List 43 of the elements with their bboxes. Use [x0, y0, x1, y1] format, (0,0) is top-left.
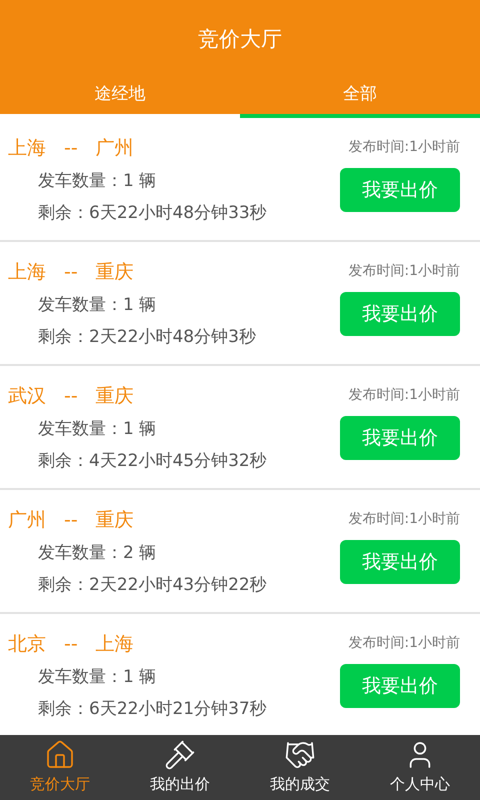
- origin-city: 北京: [8, 632, 46, 657]
- destination-city: 上海: [96, 632, 134, 657]
- bid-button[interactable]: 我要出价: [340, 664, 460, 708]
- vehicle-count: 发车数量：1 辆: [38, 170, 156, 193]
- vehicle-count: 发车数量：1 辆: [38, 666, 156, 689]
- time-remaining: 剩余：6天22小时21分钟37秒: [38, 698, 267, 721]
- bid-button[interactable]: 我要出价: [340, 168, 460, 212]
- origin-city: 武汉: [8, 384, 46, 409]
- vehicle-count: 发车数量：2 辆: [38, 542, 156, 565]
- posted-time: 发布时间:1小时前: [348, 386, 460, 405]
- origin-city: 广州: [8, 508, 46, 533]
- time-remaining: 剩余：4天22小时45分钟32秒: [38, 450, 267, 473]
- destination-city: 重庆: [96, 260, 134, 285]
- tab[interactable]: 全部: [240, 80, 480, 118]
- time-remaining: 剩余：2天22小时48分钟3秒: [38, 326, 256, 349]
- bid-button[interactable]: 我要出价: [340, 540, 460, 584]
- time-remaining: 剩余：6天22小时48分钟33秒: [38, 202, 267, 225]
- destination-city: 广州: [96, 136, 134, 161]
- nav-tab[interactable]: 个人中心: [360, 735, 480, 800]
- route-separator: --: [64, 384, 78, 409]
- vehicle-count: 发车数量：1 辆: [38, 294, 156, 317]
- nav-tab[interactable]: 我的成交: [240, 735, 360, 800]
- nav-tab[interactable]: 竞价大厅: [0, 735, 120, 800]
- route-separator: --: [64, 508, 78, 533]
- bid-button[interactable]: 我要出价: [340, 416, 460, 460]
- posted-time: 发布时间:1小时前: [348, 510, 460, 529]
- posted-time: 发布时间:1小时前: [348, 138, 460, 157]
- hammer-icon: [164, 739, 196, 772]
- posted-time: 发布时间:1小时前: [348, 634, 460, 653]
- origin-city: 上海: [8, 260, 46, 285]
- posted-time: 发布时间:1小时前: [348, 262, 460, 281]
- nav-tab[interactable]: 我的出价: [120, 735, 240, 800]
- tab[interactable]: 途经地: [0, 80, 240, 118]
- route-separator: --: [64, 632, 78, 657]
- page-title: 竞价大厅: [198, 26, 282, 54]
- route-separator: --: [64, 136, 78, 161]
- destination-city: 重庆: [96, 384, 134, 409]
- origin-city: 上海: [8, 136, 46, 161]
- route-separator: --: [64, 260, 78, 285]
- destination-city: 重庆: [96, 508, 134, 533]
- vehicle-count: 发车数量：1 辆: [38, 418, 156, 441]
- time-remaining: 剩余：2天22小时43分钟22秒: [38, 574, 267, 597]
- bid-button[interactable]: 我要出价: [340, 292, 460, 336]
